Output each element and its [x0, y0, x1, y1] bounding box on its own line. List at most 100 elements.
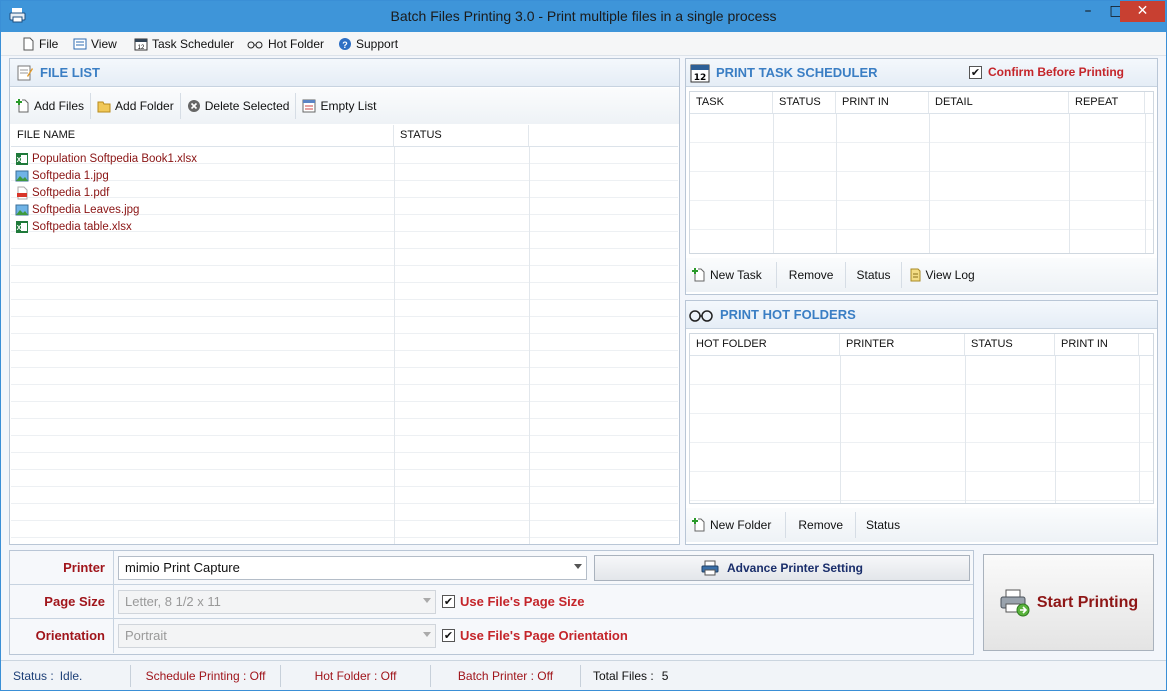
svg-text:X: X [17, 225, 22, 232]
hot-folder-status: Hot Folder : Off [281, 664, 431, 687]
page-size-row: Page Size Letter, 8 1/2 x 11 ✔ Use File'… [10, 585, 973, 619]
excel-file-icon: X [16, 220, 28, 233]
col-status[interactable]: STATUS [394, 125, 529, 146]
menu-file[interactable]: File [21, 35, 58, 53]
notepad-icon [17, 65, 33, 80]
use-file-page-size-checkbox[interactable]: ✔ [442, 595, 455, 608]
col-divider [1055, 356, 1056, 503]
hot-folder-grid: HOT FOLDER PRINTER STATUS PRINT IN [689, 333, 1154, 504]
task-grid: TASK STATUS PRINT IN DETAIL REPEAT [689, 91, 1154, 254]
add-files-button[interactable]: Add Files [10, 93, 92, 119]
menu-view[interactable]: View [73, 35, 117, 53]
col-divider [840, 356, 841, 503]
printer-icon [701, 560, 719, 576]
file-icon [23, 37, 34, 51]
remove-folder-button[interactable]: Remove [786, 512, 857, 538]
orientation-select[interactable]: Portrait [118, 624, 436, 648]
col-detail[interactable]: DETAIL [929, 92, 1069, 113]
use-file-page-size-label: Use File's Page Size [460, 594, 585, 609]
folder-status-label: Status [866, 518, 901, 532]
col-print-in[interactable]: PRINT IN [836, 92, 929, 113]
minimize-button[interactable]: – [1074, 1, 1102, 22]
page-size-select[interactable]: Letter, 8 1/2 x 11 [118, 590, 436, 614]
total-files-cell: Total Files : 5 [581, 665, 680, 687]
chevron-down-icon [423, 632, 431, 637]
advance-printer-setting-label: Advance Printer Setting [726, 561, 864, 575]
page-size-label: Page Size [10, 585, 114, 619]
col-divider [836, 114, 837, 253]
delete-icon [187, 100, 200, 112]
printer-select[interactable]: mimio Print Capture [118, 556, 587, 580]
glasses-icon [689, 309, 713, 322]
hot-folders-panel: PRINT HOT FOLDERS HOT FOLDER PRINTER STA… [685, 300, 1158, 545]
empty-list-icon [302, 99, 316, 113]
col-print-in[interactable]: PRINT IN [1055, 334, 1139, 355]
add-file-icon [16, 99, 29, 113]
close-button[interactable]: ✕ [1120, 1, 1165, 22]
new-task-button[interactable]: New Task [686, 262, 777, 288]
view-log-label: View Log [925, 268, 975, 282]
schedule-status: Schedule Printing : Off [131, 664, 281, 687]
use-file-page-orientation-label: Use File's Page Orientation [460, 628, 628, 643]
advance-printer-setting-button[interactable]: Advance Printer Setting [594, 555, 970, 581]
printer-go-icon [1000, 589, 1030, 616]
menu-support[interactable]: ? Support [338, 35, 398, 53]
col-hot-folder[interactable]: HOT FOLDER [690, 334, 840, 355]
task-status-button[interactable]: Status [846, 262, 902, 288]
menu-task-scheduler-label: Task Scheduler [152, 37, 235, 51]
folder-status-button[interactable]: Status [856, 512, 910, 538]
page-size-value: Letter, 8 1/2 x 11 [125, 594, 221, 609]
file-row[interactable]: Softpedia 1.pdf [11, 184, 109, 201]
add-files-label: Add Files [34, 99, 85, 113]
calendar-icon: 12 [134, 38, 148, 51]
total-files-value: 5 [661, 668, 669, 683]
col-divider [1069, 114, 1070, 253]
hot-folder-grid-header: HOT FOLDER PRINTER STATUS PRINT IN [690, 334, 1153, 356]
total-files-label: Total Files : [593, 668, 654, 683]
file-row[interactable]: Softpedia Leaves.jpg [11, 201, 139, 218]
app-window: Batch Files Printing 3.0 - Print multipl… [0, 0, 1167, 691]
file-row[interactable]: X Softpedia table.xlsx [11, 218, 132, 235]
status-value: Idle. [59, 668, 83, 683]
help-icon: ? [339, 38, 351, 50]
start-printing-button[interactable]: Start Printing [983, 554, 1154, 651]
menu-task-scheduler[interactable]: 12 Task Scheduler [134, 35, 234, 53]
menu-file-label: File [39, 37, 59, 51]
col-printer[interactable]: PRINTER [840, 334, 965, 355]
col-task[interactable]: TASK [690, 92, 773, 113]
col-divider [1139, 356, 1140, 503]
col-status[interactable]: STATUS [965, 334, 1055, 355]
col-repeat[interactable]: REPEAT [1069, 92, 1145, 113]
excel-file-icon: X [16, 152, 28, 165]
task-scheduler-title: PRINT TASK SCHEDULER [716, 65, 878, 80]
chevron-down-icon [423, 598, 431, 603]
file-list-grid-header: FILE NAME STATUS [11, 125, 678, 147]
add-folder-button[interactable]: Add Folder [91, 93, 181, 119]
col-divider [965, 356, 966, 503]
new-task-label: New Task [710, 268, 762, 282]
remove-task-button[interactable]: Remove [777, 262, 847, 288]
empty-list-button[interactable]: Empty List [296, 93, 382, 119]
add-folder-label: Add Folder [115, 99, 174, 113]
menu-bar: File View 12 Task Scheduler Hot Folder ?… [1, 32, 1166, 56]
menu-hot-folder[interactable]: Hot Folder [246, 35, 324, 53]
view-log-button[interactable]: View Log [902, 262, 981, 288]
file-row[interactable]: Softpedia 1.jpg [11, 167, 109, 184]
file-list-title: FILE LIST [40, 65, 100, 80]
use-file-page-orientation-checkbox[interactable]: ✔ [442, 629, 455, 642]
col-divider [529, 147, 530, 544]
title-bar: Batch Files Printing 3.0 - Print multipl… [1, 1, 1166, 32]
add-file-icon [692, 518, 705, 532]
task-scheduler-panel: 12 PRINT TASK SCHEDULER ✔ Confirm Before… [685, 58, 1158, 295]
file-name: Softpedia 1.pdf [32, 186, 110, 199]
col-status[interactable]: STATUS [773, 92, 836, 113]
menu-view-label: View [91, 37, 117, 51]
empty-list-label: Empty List [320, 99, 377, 113]
menu-hot-folder-label: Hot Folder [268, 37, 325, 51]
confirm-before-printing-checkbox[interactable]: ✔ [969, 66, 982, 79]
delete-selected-button[interactable]: Delete Selected [181, 93, 297, 119]
col-file-name[interactable]: FILE NAME [11, 125, 394, 146]
file-row[interactable]: X Population Softpedia Book1.xlsx [11, 150, 197, 167]
status-bar: Status : Idle. Schedule Printing : Off H… [1, 660, 1166, 690]
new-folder-button[interactable]: New Folder [686, 512, 787, 538]
